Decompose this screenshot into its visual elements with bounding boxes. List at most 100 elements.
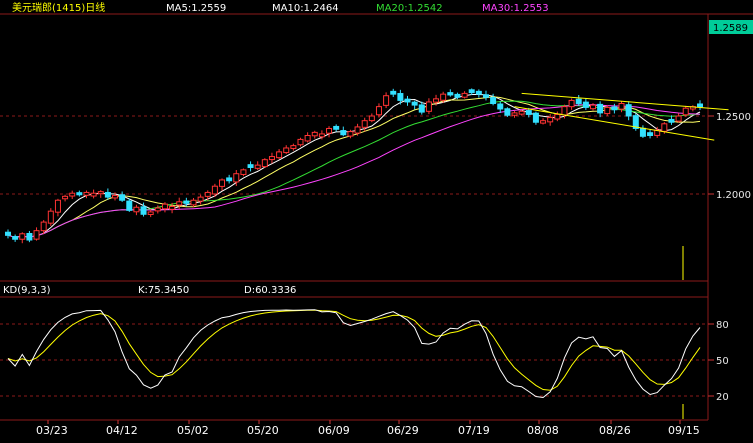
x-tick-label-0808: 08/08 — [527, 424, 559, 437]
candle-body — [604, 106, 611, 115]
candle-body — [461, 92, 468, 98]
candle-body — [675, 115, 682, 122]
candle-body — [589, 104, 596, 110]
chart-title: 美元瑞郎(1415)日线 — [12, 1, 105, 14]
x-tick-label-0412: 04/12 — [106, 424, 138, 437]
candle-body — [333, 125, 340, 130]
chart-background — [0, 0, 753, 443]
x-tick-label-0629: 06/29 — [387, 424, 419, 437]
x-tick-label-0520: 05/20 — [247, 424, 279, 437]
candle-body — [440, 93, 447, 101]
candle-body — [283, 147, 290, 154]
candle-body — [447, 92, 454, 96]
candle-body — [83, 191, 90, 196]
candle-body — [682, 107, 689, 116]
candle-body — [540, 120, 547, 124]
candle-body — [482, 94, 489, 98]
candle-body — [411, 101, 418, 106]
kd-d-value: D:60.3336 — [244, 285, 296, 296]
kd-tick-label-20: 20 — [716, 392, 729, 403]
candle-body — [104, 191, 111, 198]
candle-body — [390, 90, 397, 95]
candle-body — [154, 207, 161, 212]
ma10-label: MA10:1.2464 — [272, 3, 339, 14]
candle-body — [475, 90, 482, 95]
candle-body — [433, 98, 440, 103]
candle-body — [326, 127, 333, 134]
x-tick-label-0719: 07/19 — [458, 424, 490, 437]
candle-body — [26, 233, 33, 241]
candle-body — [618, 103, 625, 110]
candle-body — [219, 179, 226, 187]
candle-body — [233, 173, 240, 183]
candle-body — [190, 199, 197, 206]
candle-body — [254, 164, 261, 169]
kd-tick-label-50: 50 — [716, 356, 729, 367]
candle-body — [247, 164, 254, 168]
candle-body — [261, 159, 268, 168]
forex-chart: 美元瑞郎(1415)日线 MA5:1.2559 MA10:1.2464 MA20… — [0, 0, 753, 443]
ma30-label: MA30:1.2553 — [482, 3, 549, 14]
candle-body — [575, 98, 582, 105]
candle-body — [611, 106, 618, 111]
candle-body — [204, 191, 211, 197]
candle-body — [525, 110, 532, 115]
ma20-label: MA20:1.2542 — [376, 3, 443, 14]
candle-body — [169, 205, 176, 210]
candle-body — [176, 201, 183, 206]
candle-body — [90, 192, 97, 197]
candle-body — [668, 118, 675, 123]
candle-body — [697, 103, 703, 108]
candle-body — [62, 195, 69, 200]
candle-body — [33, 230, 40, 240]
candle-body — [568, 99, 575, 108]
candle-body — [354, 126, 361, 134]
current-price-label: 1.2589 — [713, 23, 748, 34]
y-tick-label-12500: 1.2500 — [716, 112, 751, 123]
x-tick-label-0915: 09/15 — [668, 424, 700, 437]
candle-body — [397, 93, 404, 101]
candle-body — [40, 221, 47, 232]
candle-body — [297, 138, 304, 146]
candle-body — [368, 115, 375, 122]
x-tick-label-0826: 08/26 — [599, 424, 631, 437]
candle-body — [12, 236, 19, 240]
x-tick-label-0323: 03/23 — [36, 424, 68, 437]
candle-body — [19, 233, 26, 240]
candle-body — [211, 185, 218, 195]
candle-body — [240, 169, 247, 175]
candle-body — [625, 104, 632, 117]
candle-body — [561, 106, 568, 116]
candle-body — [582, 101, 589, 108]
kd-k-value: K:75.3450 — [138, 285, 189, 296]
candle-body — [226, 177, 233, 182]
candle-body — [140, 206, 147, 215]
x-tick-label-0502: 05/02 — [177, 424, 209, 437]
candle-body — [425, 101, 432, 112]
candle-body — [490, 97, 497, 105]
y-tick-label-12000: 1.2000 — [716, 190, 751, 201]
candle-body — [197, 196, 204, 202]
ma5-label: MA5:1.2559 — [166, 3, 226, 14]
candle-body — [468, 89, 475, 94]
candle-body — [454, 93, 461, 98]
candle-body — [418, 104, 425, 113]
candle-body — [126, 200, 133, 211]
candle-body — [511, 112, 518, 116]
candle-body — [639, 127, 646, 137]
candle-body — [597, 103, 604, 114]
kd-tick-label-80: 80 — [716, 320, 729, 331]
candle-body — [76, 192, 83, 196]
candle-body — [547, 117, 554, 123]
candle-body — [69, 192, 76, 197]
candle-body — [5, 231, 11, 236]
candle-body — [183, 200, 190, 204]
candle-body — [276, 151, 283, 159]
candle-body — [661, 123, 668, 132]
candle-body — [554, 113, 561, 120]
candle-body — [47, 210, 54, 224]
candle-body — [119, 194, 126, 201]
candle-body — [532, 112, 539, 123]
candle-body — [504, 108, 511, 116]
candle-body — [112, 195, 119, 199]
